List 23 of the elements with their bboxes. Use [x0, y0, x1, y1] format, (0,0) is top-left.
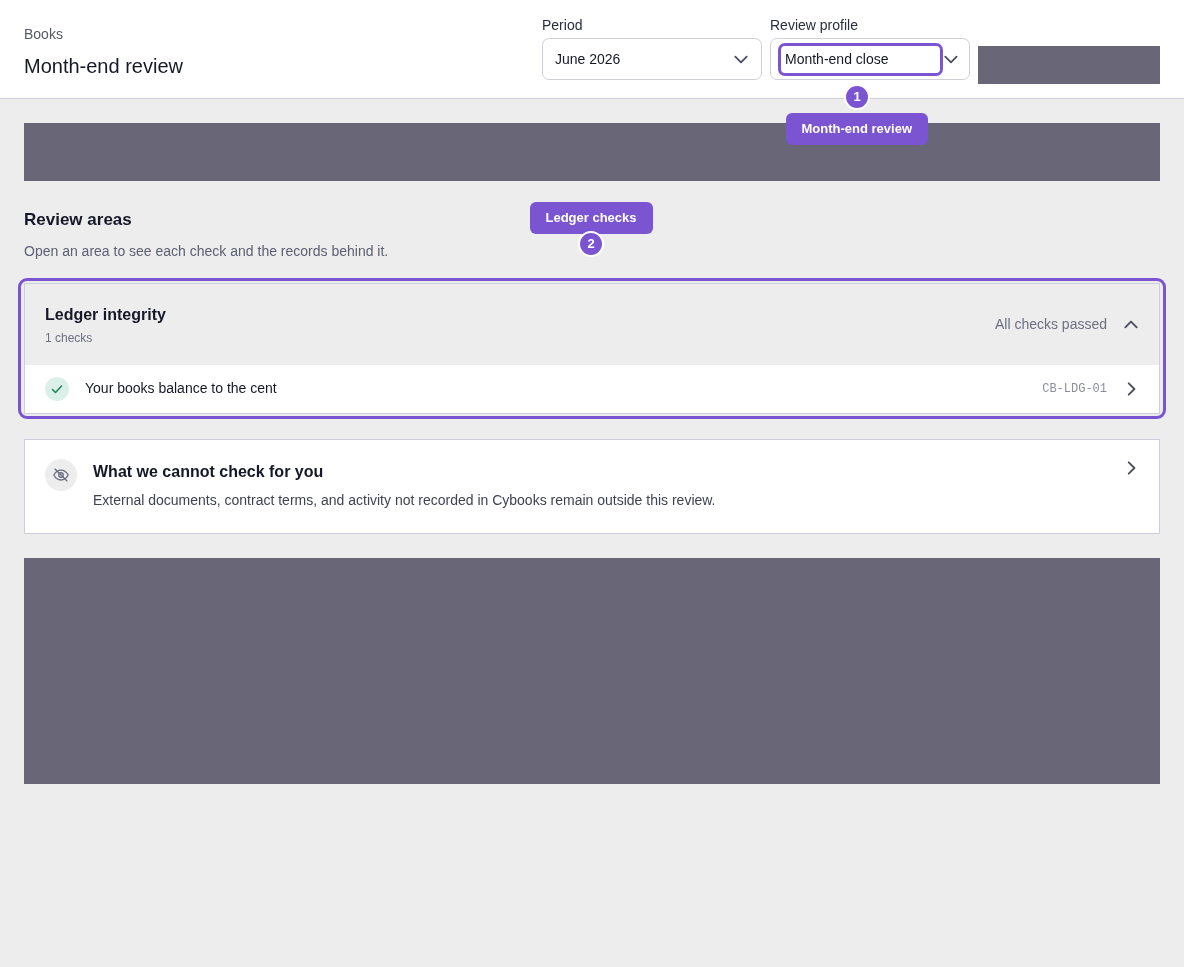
check-row[interactable]: Your books balance to the cent CB-LDG-01: [25, 363, 1159, 413]
check-label: Your books balance to the cent: [85, 379, 277, 398]
tour-label: Month-end review: [785, 113, 928, 145]
check-count: 1 checks: [45, 329, 94, 347]
field-label: Review profile: [770, 16, 859, 35]
page-title: Month-end review: [24, 54, 183, 79]
select-field[interactable]: Month-end close: [770, 38, 970, 80]
status-text: All checks passed: [994, 315, 1107, 334]
area-header[interactable]: Ledger integrity 1 checks All checks passed: [25, 283, 1159, 364]
area-title: Ledger integrity: [45, 304, 166, 325]
note-text: External documents, contract terms, and activity not recorded in Cybooks remain outside this review.: [93, 490, 716, 510]
field-label: Period: [542, 16, 584, 35]
breadcrumb[interactable]: Books: [24, 24, 183, 45]
step-badge: 2: [578, 231, 604, 257]
note-title: What we cannot check for you: [93, 461, 325, 482]
select-field[interactable]: June 2026: [542, 38, 762, 80]
step-badge: 1: [844, 84, 870, 110]
section-title: Review areas: [24, 209, 132, 231]
tour-label: Ledger checks: [529, 202, 653, 234]
check-code: CB-LDG-01: [1042, 380, 1107, 398]
note-card[interactable]: What we cannot check for you External documents, contract terms, and activity not recorded in Cybooks remain outside this review.: [24, 438, 1160, 534]
eye-slash-icon: [45, 458, 77, 491]
section-subtitle: Open an area to see each check and the records behind it.: [24, 241, 389, 261]
